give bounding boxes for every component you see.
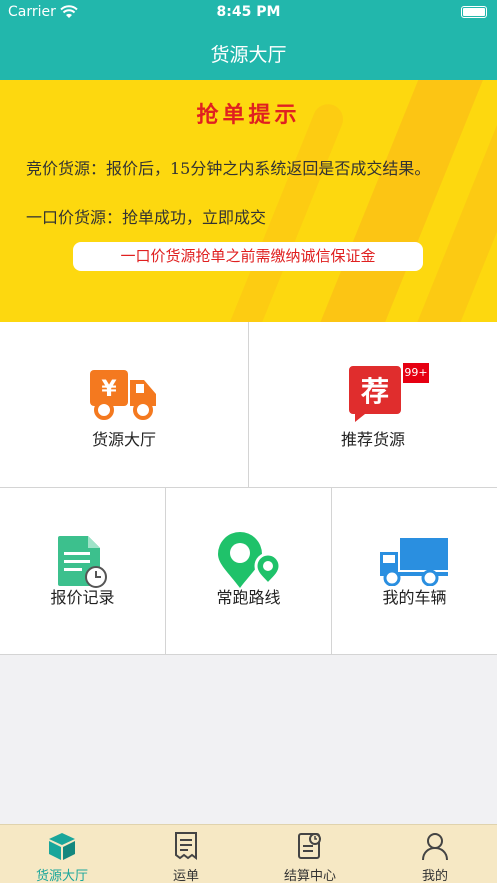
tab-label: 我的 xyxy=(421,869,448,883)
tab-settlement[interactable]: 结算中心 xyxy=(248,825,372,883)
tab-profile[interactable]: 我的 xyxy=(373,825,497,883)
status-bar: Carrier 8:45 PM xyxy=(0,0,497,24)
tab-cargo-hall[interactable]: 货源大厅 xyxy=(0,825,124,883)
notification-badge: 99+ xyxy=(403,363,429,383)
tab-label: 货源大厅 xyxy=(35,869,88,883)
grid-item-frequent-routes[interactable]: 常跑路线 xyxy=(166,488,332,655)
bottom-tab-bar: 货源大厅 运单 结算中心 我的 xyxy=(0,824,497,883)
svg-text:荐: 荐 xyxy=(361,375,389,408)
status-time: 8:45 PM xyxy=(216,4,281,20)
grid-item-label: 推荐货源 xyxy=(340,430,405,449)
grid-item-quote-record[interactable]: 报价记录 xyxy=(0,488,166,655)
route-pin-icon xyxy=(218,532,282,588)
quote-record-icon xyxy=(58,536,107,588)
blue-truck-icon xyxy=(380,538,448,586)
page-title: 货源大厅 xyxy=(210,44,287,66)
cargo-box-icon xyxy=(49,833,75,860)
banner-bidding-text: 竞价货源：报价后，15分钟之内系统返回是否成交结果。 xyxy=(26,159,431,178)
svg-text:¥: ¥ xyxy=(101,377,117,402)
tab-label: 结算中心 xyxy=(283,869,336,883)
profile-icon xyxy=(422,833,448,861)
waybill-icon xyxy=(175,832,197,860)
banner-deposit-notice: 一口价货源抢单之前需缴纳诚信保证金 xyxy=(73,242,423,271)
badge-count: 99+ xyxy=(404,366,428,379)
app-header: Carrier 8:45 PM 货源大厅 xyxy=(0,0,497,80)
grid-item-label: 常跑路线 xyxy=(216,588,281,607)
notice-banner[interactable]: 抢单提示 竞价货源：报价后，15分钟之内系统返回是否成交结果。 一口价货源：抢单… xyxy=(0,80,497,322)
grid-item-label: 货源大厅 xyxy=(91,430,156,449)
banner-title: 抢单提示 xyxy=(196,102,301,128)
grid-item-label: 报价记录 xyxy=(50,588,115,607)
tab-waybill[interactable]: 运单 xyxy=(124,825,248,883)
grid-item-cargo-hall[interactable]: ¥ 货源大厅 xyxy=(0,322,249,488)
function-grid: ¥ 货源大厅 荐 99+ 推荐货源 报价记录 常跑路线 我的车辆 xyxy=(0,322,497,655)
truck-yen-icon: ¥ xyxy=(90,370,156,420)
recommend-icon: 荐 xyxy=(349,366,401,422)
battery-icon xyxy=(461,6,487,18)
grid-item-label: 我的车辆 xyxy=(382,588,447,607)
tab-label: 运单 xyxy=(172,869,199,883)
grid-item-recommended[interactable]: 荐 99+ 推荐货源 xyxy=(249,322,497,488)
banner-fixed-price-text: 一口价货源：抢单成功，立即成交 xyxy=(26,208,267,227)
settlement-icon xyxy=(298,833,321,859)
grid-item-my-vehicles[interactable]: 我的车辆 xyxy=(332,488,497,655)
